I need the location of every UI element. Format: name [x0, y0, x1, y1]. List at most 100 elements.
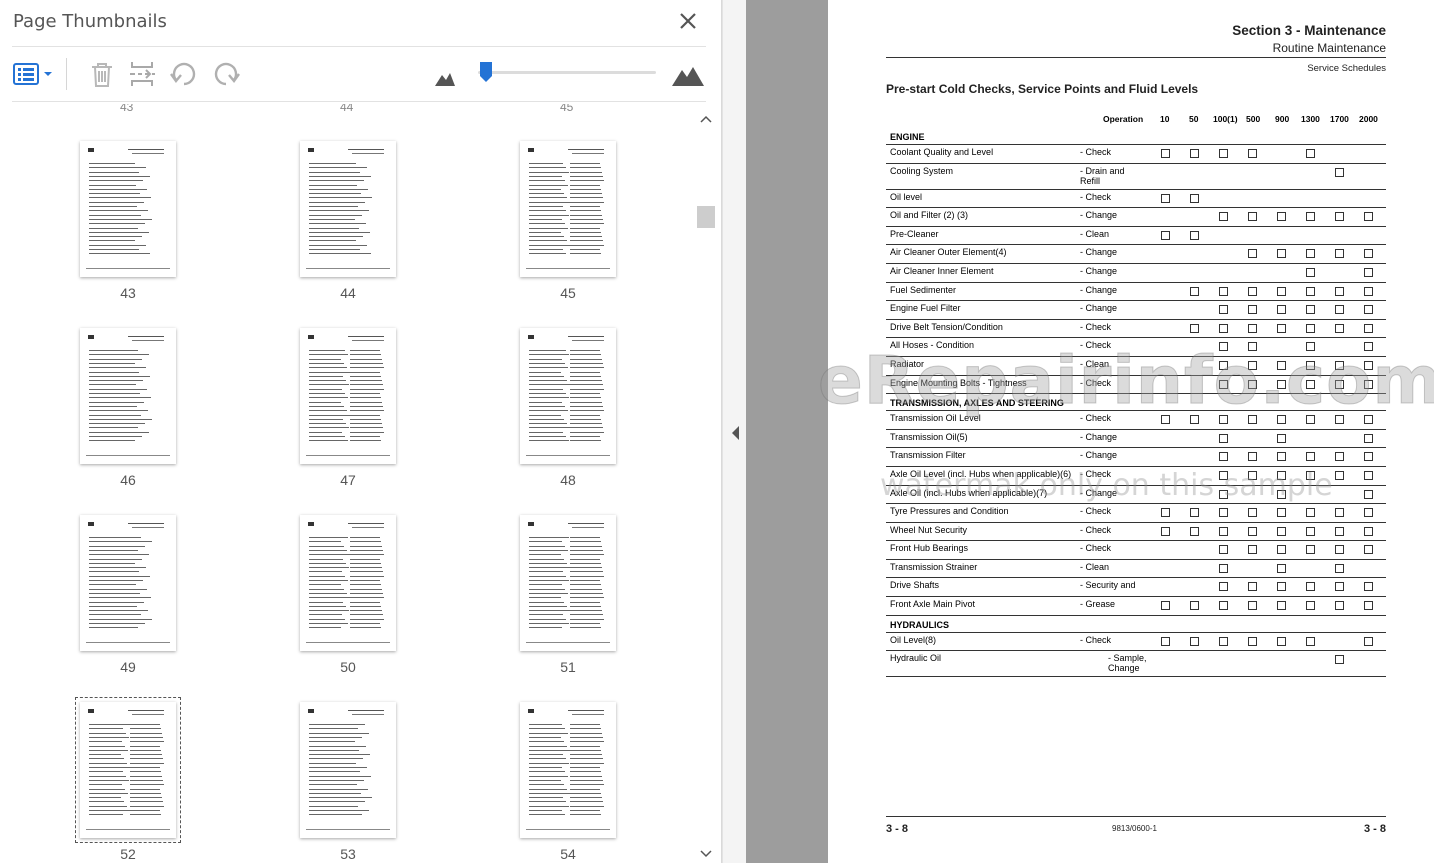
- table-row: Cooling System - Drain and Refill: [886, 164, 1386, 190]
- rotate-clockwise-icon[interactable]: [210, 58, 242, 90]
- thumbnail-label: 48: [560, 472, 576, 488]
- thumbnail-label: 43: [120, 104, 134, 114]
- interval-checkbox: [1277, 305, 1286, 315]
- divider: [12, 101, 706, 102]
- row-operation: - Security and: [1080, 580, 1136, 591]
- interval-checkbox: [1219, 212, 1228, 222]
- row-item: Oil and Filter (2) (3): [890, 210, 969, 221]
- close-icon[interactable]: [676, 9, 700, 33]
- page-thumbnail[interactable]: [520, 328, 616, 464]
- page-thumbnail[interactable]: [75, 697, 181, 843]
- footer-page-right: 3 - 8: [1363, 823, 1386, 835]
- table-row: Transmission Oil(5) - Change: [886, 430, 1386, 449]
- scroll-up-icon[interactable]: [698, 112, 714, 128]
- interval-checkbox: [1335, 563, 1344, 573]
- collapse-panel-icon[interactable]: [729, 423, 741, 443]
- section-schedule-label: Service Schedules: [1307, 63, 1386, 74]
- interval-checkbox: [1306, 305, 1315, 315]
- interval-checkbox: [1248, 601, 1257, 611]
- row-item: Wheel Nut Security: [890, 524, 968, 535]
- table-row: Air Cleaner Outer Element(4) - Change: [886, 245, 1386, 264]
- row-operation: - Check: [1080, 543, 1112, 554]
- zoom-slider-handle[interactable]: [480, 62, 492, 82]
- page-thumbnail[interactable]: [80, 141, 176, 277]
- interval-checkbox: [1306, 601, 1315, 611]
- thumbnail-options-icon[interactable]: [12, 58, 56, 90]
- interval-checkbox: [1190, 636, 1199, 646]
- interval-checkbox: [1161, 601, 1170, 611]
- interval-checkbox: [1277, 563, 1286, 573]
- interval-checkbox: [1277, 508, 1286, 518]
- header-rule: [886, 57, 1386, 58]
- interval-checkbox: [1161, 149, 1170, 158]
- row-operation: - Check: [1080, 524, 1112, 535]
- page-thumbnail[interactable]: [300, 702, 396, 838]
- interval-checkbox: [1335, 167, 1344, 177]
- interval-checkbox: [1335, 452, 1344, 462]
- row-operation: - Check: [1080, 634, 1112, 645]
- interval-checkbox: [1219, 636, 1228, 646]
- interval-checkbox: [1277, 526, 1286, 536]
- page-thumbnail[interactable]: [80, 328, 176, 464]
- interval-checkbox: [1277, 601, 1286, 611]
- interval-checkbox: [1306, 267, 1315, 277]
- divider: [12, 46, 706, 47]
- footer-doc-number: 9813/0600-1: [1112, 824, 1157, 833]
- zoom-slider-track[interactable]: [478, 71, 656, 74]
- interval-checkbox: [1364, 212, 1373, 222]
- interval-checkbox: [1219, 508, 1228, 518]
- interval-checkbox: [1190, 149, 1199, 158]
- column-header: 100(1): [1213, 114, 1238, 124]
- page-thumbnail[interactable]: [300, 141, 396, 277]
- interval-checkbox: [1190, 508, 1199, 518]
- page-thumbnail[interactable]: [300, 328, 396, 464]
- column-header: 10: [1160, 114, 1170, 124]
- row-operation: - Drain and Refill: [1080, 165, 1125, 186]
- panel-title: Page Thumbnails: [13, 11, 167, 32]
- row-item: Front Hub Bearings: [890, 543, 969, 554]
- interval-checkbox: [1190, 601, 1199, 611]
- rotate-counterclockwise-icon[interactable]: [168, 58, 200, 90]
- thumbnail-label: 44: [340, 104, 354, 114]
- insert-pages-icon[interactable]: [126, 58, 158, 90]
- row-operation: - Check: [1080, 191, 1112, 202]
- interval-checkbox: [1248, 636, 1257, 646]
- row-operation: - Change: [1080, 431, 1118, 442]
- table-row: Coolant Quality and Level - Check: [886, 145, 1386, 164]
- column-header: 1300: [1301, 114, 1320, 124]
- row-item: Fuel Sedimenter: [890, 284, 957, 295]
- scroll-down-icon[interactable]: [698, 845, 714, 861]
- thumbnail-scrollbar[interactable]: [696, 104, 716, 863]
- mountain-large-icon[interactable]: [670, 58, 706, 90]
- scrollbar-thumb[interactable]: [697, 206, 715, 228]
- mountain-small-icon[interactable]: [432, 58, 464, 90]
- column-header: 50: [1189, 114, 1199, 124]
- interval-checkbox: [1277, 452, 1286, 462]
- interval-checkbox: [1364, 526, 1373, 536]
- page-thumbnail[interactable]: [300, 515, 396, 651]
- page-thumbnail[interactable]: [520, 702, 616, 838]
- row-item: Coolant Quality and Level: [890, 147, 994, 157]
- row-operation: - Clean: [1080, 228, 1110, 239]
- panel-splitter[interactable]: [722, 0, 746, 863]
- table-row: Front Hub Bearings - Check: [886, 541, 1386, 560]
- page-thumbnail[interactable]: [80, 515, 176, 651]
- table-group-header: HYDRAULICS: [886, 616, 1386, 633]
- interval-checkbox: [1306, 149, 1315, 158]
- thumbnail-label: 53: [340, 846, 356, 862]
- footer-rule: [886, 816, 1386, 817]
- table-row: Oil Level(8) - Check: [886, 633, 1386, 652]
- row-operation: - Change: [1080, 265, 1118, 276]
- row-operation: - Sample, Change: [1108, 653, 1147, 674]
- table-row: Front Axle Main Pivot - Grease: [886, 597, 1386, 616]
- trash-icon[interactable]: [86, 58, 118, 90]
- thumbnail-list[interactable]: 43 44 45 43 44 45 46 47 48 49 50 51 52 53 54: [0, 104, 696, 863]
- row-item: Tyre Pressures and Condition: [890, 506, 1009, 517]
- table-row: Wheel Nut Security - Check: [886, 523, 1386, 542]
- interval-checkbox: [1364, 636, 1373, 646]
- row-operation: - Check: [1080, 321, 1112, 332]
- interval-checkbox: [1335, 545, 1344, 555]
- group-label: ENGINE: [890, 132, 925, 142]
- page-thumbnail[interactable]: [520, 141, 616, 277]
- page-thumbnail[interactable]: [520, 515, 616, 651]
